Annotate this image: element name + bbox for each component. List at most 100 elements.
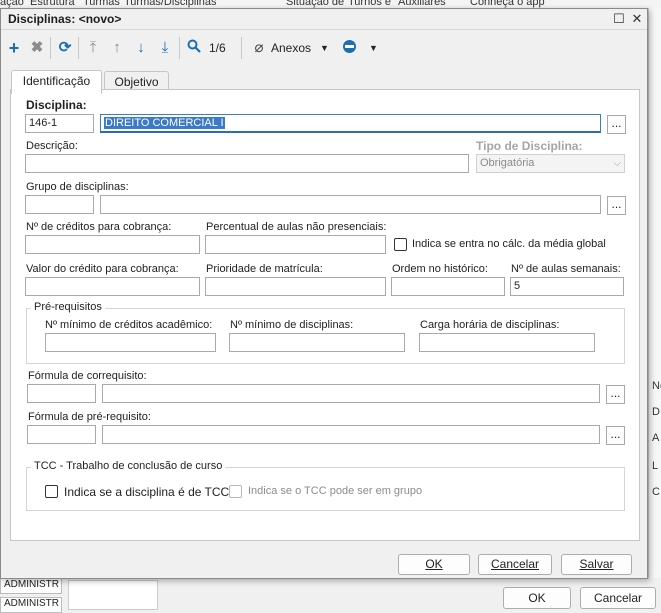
delete-icon[interactable]: ✖ [28, 39, 46, 57]
tipo-disciplina-label: Tipo de Disciplina: [476, 139, 583, 153]
bg-menu-item: Auxiliares [398, 0, 446, 8]
descricao-field[interactable] [25, 154, 469, 173]
search-icon[interactable] [185, 39, 203, 57]
bg-right-text: C [652, 486, 660, 498]
percentual-label: Percentual de aulas não presenciais: [206, 221, 387, 233]
ordem-historico-label: Ordem no histórico: [392, 263, 488, 275]
tcc-grupo-label: Indica se o TCC pode ser em grupo [248, 485, 423, 497]
tab-identificacao[interactable]: Identificação [11, 70, 102, 94]
prerequisitos-title: Pré-requisitos [31, 301, 105, 313]
add-icon[interactable]: + [5, 39, 23, 57]
bg-table-cell: ADMINISTR [0, 578, 62, 594]
toolbar-separator [179, 37, 180, 59]
toolbar-separator [241, 37, 242, 59]
creditos-cobranca-label: Nº de créditos para cobrança: [26, 221, 172, 233]
carga-horaria-label: Carga horária de disciplinas: [420, 319, 560, 331]
creditos-cobranca-field[interactable] [25, 235, 200, 254]
grupo-name-field[interactable] [100, 195, 601, 214]
disciplina-code-field[interactable]: 146-1 [25, 114, 94, 133]
tipo-disciplina-select[interactable]: Obrigatória ⌵ [476, 154, 625, 173]
bg-panel [68, 580, 158, 610]
disciplina-name-value: DIREITO COMERCIAL I [104, 117, 225, 129]
grupo-label: Grupo de disciplinas: [26, 181, 129, 193]
bg-right-text: Nc [652, 380, 661, 392]
refresh-icon[interactable]: ⟳ [56, 39, 74, 57]
dialog-titlebar[interactable]: Disciplinas: <novo> ☐ ✕ [1, 9, 647, 30]
paperclip-icon[interactable]: ⌀ [250, 39, 268, 57]
attachments-button[interactable]: Anexos [271, 41, 311, 55]
cancel-button[interactable]: Cancelar [478, 554, 552, 575]
next-record-icon[interactable]: ↓ [132, 39, 150, 57]
bg-cancel-button[interactable]: Cancelar [580, 587, 656, 609]
bg-menu-item: Estrutura [30, 0, 75, 8]
previous-record-icon[interactable]: ↑ [108, 39, 126, 57]
valor-credito-field[interactable] [25, 277, 200, 296]
background-right-panel: Nc D A L C [648, 8, 661, 613]
formula-correquisito-browse[interactable]: ... [606, 385, 625, 404]
bg-right-text: L [652, 460, 659, 472]
maximize-icon[interactable]: ☐ [611, 11, 627, 27]
close-icon[interactable]: ✕ [629, 11, 645, 27]
toolbar: + ✖ ⟳ ⤒ ↑ ↓ ⤓ 1/6 ⌀ Anexos ▼ ▼ [1, 31, 647, 65]
ordem-historico-field[interactable] [391, 277, 505, 296]
prerequisitos-group: Pré-requisitos Nº mínimo de créditos aca… [26, 301, 625, 364]
bg-right-text: D [652, 406, 660, 418]
carga-horaria-field[interactable] [419, 333, 595, 352]
bg-menu-item: ação [0, 0, 24, 8]
tipo-disciplina-value: Obrigatória [480, 157, 535, 169]
toolbar-separator [50, 37, 51, 59]
disciplina-label: Disciplina: [26, 98, 87, 112]
formula-correquisito-code[interactable] [27, 384, 96, 403]
percentual-field[interactable] [205, 235, 386, 254]
tcc-grupo-checkbox[interactable] [229, 485, 242, 498]
disciplina-browse-button[interactable]: ... [607, 115, 626, 134]
formula-prerequisito-code[interactable] [27, 425, 96, 444]
chevron-down-icon: ⌵ [613, 158, 621, 169]
descricao-label: Descrição: [26, 140, 78, 152]
bg-menu-item: Turnos e [348, 0, 392, 8]
bg-ok-button[interactable]: OK [503, 587, 571, 609]
prioridade-label: Prioridade de matrícula: [206, 263, 323, 275]
aulas-semanais-field[interactable]: 5 [510, 277, 624, 296]
options-icon[interactable] [340, 39, 358, 57]
formula-prerequisito-browse[interactable]: ... [606, 426, 625, 445]
ok-button[interactable]: OK [398, 554, 470, 575]
bg-right-text: A [652, 432, 660, 444]
prioridade-field[interactable] [205, 277, 386, 296]
chevron-down-icon[interactable]: ▼ [320, 43, 329, 53]
grupo-browse-button[interactable]: ... [607, 196, 626, 215]
bg-table-cell: ADMINISTR [0, 597, 62, 613]
tcc-label: Indica se a disciplina é de TCC [64, 485, 230, 499]
bg-menu-item: Conheça o app [470, 0, 545, 8]
disciplina-name-field[interactable]: DIREITO COMERCIAL I [100, 114, 601, 133]
tab-content: Disciplina: 146-1 DIREITO COMERCIAL I ..… [10, 89, 640, 541]
bg-menu-item: Turmas [83, 0, 120, 8]
formula-prerequisito-field[interactable] [102, 425, 600, 444]
media-global-checkbox[interactable] [394, 238, 407, 251]
last-record-icon[interactable]: ⤓ [156, 39, 174, 57]
min-creditos-label: Nº mínimo de créditos acadêmico: [45, 319, 213, 331]
bg-menu-item: Situação de [286, 0, 345, 8]
chevron-down-icon[interactable]: ▼ [369, 43, 378, 53]
tcc-group: TCC - Trabalho de conclusão de curso Ind… [26, 460, 625, 511]
disciplinas-dialog: Disciplinas: <novo> ☐ ✕ + ✖ ⟳ ⤒ ↑ ↓ ⤓ 1/… [0, 8, 648, 579]
formula-correquisito-field[interactable] [102, 384, 600, 403]
valor-credito-label: Valor do crédito para cobrança: [26, 263, 179, 275]
background-menubar: ação Estrutura Turmas Turmas/Disciplinas… [0, 0, 661, 8]
formula-prerequisito-label: Fórmula de pré-requisito: [28, 411, 151, 423]
min-creditos-field[interactable] [45, 333, 216, 352]
grupo-code-field[interactable] [25, 195, 94, 214]
aulas-semanais-label: Nº de aulas semanais: [511, 263, 621, 275]
min-disciplinas-label: Nº mínimo de disciplinas: [230, 319, 354, 331]
toolbar-separator [78, 37, 79, 59]
first-record-icon[interactable]: ⤒ [84, 39, 102, 57]
formula-correquisito-label: Fórmula de correquisito: [28, 370, 147, 382]
min-disciplinas-field[interactable] [229, 333, 405, 352]
bg-menu-item: Turmas/Disciplinas [124, 0, 217, 8]
record-counter: 1/6 [209, 41, 226, 55]
save-button[interactable]: Salvar [561, 554, 632, 575]
media-global-label: Indica se entra no cálc. da média global [412, 238, 606, 250]
tcc-title: TCC - Trabalho de conclusão de curso [31, 460, 226, 472]
dialog-title: Disciplinas: <novo> [8, 12, 122, 26]
tcc-checkbox[interactable] [45, 485, 58, 498]
